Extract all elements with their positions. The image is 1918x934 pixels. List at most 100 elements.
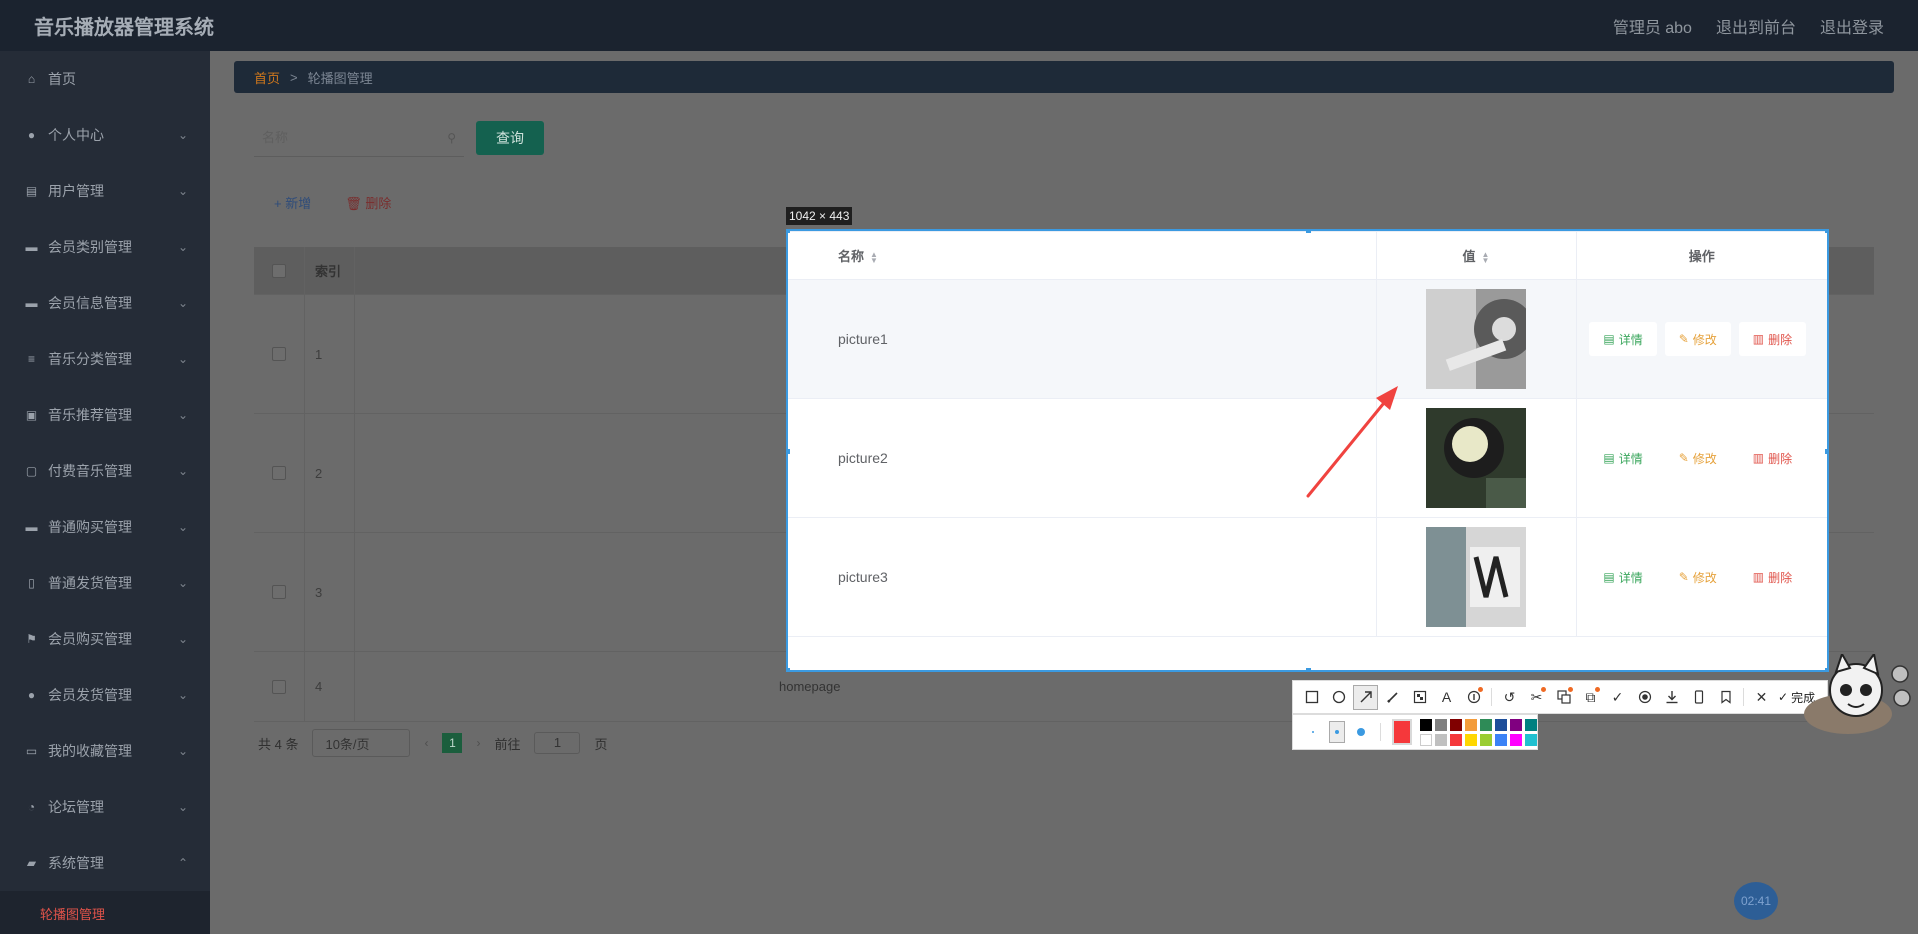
logout-link[interactable]: 退出登录 <box>1820 14 1884 38</box>
value-column-header[interactable]: 值 ▲ ▼ <box>1376 231 1577 280</box>
close-icon[interactable]: ✕ <box>1749 685 1774 710</box>
color-swatch[interactable] <box>1465 733 1478 746</box>
sidebar-item[interactable]: ⌂ 首页 <box>0 51 210 107</box>
resize-handle[interactable] <box>1825 449 1827 454</box>
detail-button[interactable]: ▤ 详情 <box>1589 322 1657 356</box>
search-input[interactable] <box>262 130 448 145</box>
color-swatch[interactable] <box>1525 733 1538 746</box>
number-tool-icon[interactable] <box>1461 685 1486 710</box>
sidebar-item[interactable]: ▰ 系统管理 ⌃ <box>0 835 210 891</box>
ocr-icon[interactable]: ⧉ <box>1578 685 1603 710</box>
color-swatch[interactable] <box>1480 733 1493 746</box>
name-column-header[interactable]: 名称 ▲ ▼ <box>788 231 1377 280</box>
resize-handle[interactable] <box>1306 668 1311 670</box>
carousel-image[interactable] <box>1426 527 1526 627</box>
edit-button[interactable]: ✎ 修改 <box>1665 441 1731 475</box>
color-swatch[interactable] <box>1420 733 1433 746</box>
add-button[interactable]: + 新增 <box>274 193 311 212</box>
sidebar-item[interactable]: ≡ 音乐分类管理 ⌄ <box>0 331 210 387</box>
delete-button[interactable]: ▥ 删除 <box>1739 560 1806 594</box>
sidebar-item[interactable]: ▬ 会员类别管理 ⌄ <box>0 219 210 275</box>
color-swatch[interactable] <box>1420 718 1433 731</box>
sidebar-item[interactable]: ● 会员发货管理 ⌄ <box>0 667 210 723</box>
translate-icon[interactable] <box>1551 685 1576 710</box>
detail-button[interactable]: ▤ 详情 <box>1589 441 1656 475</box>
breadcrumb-home[interactable]: 首页 <box>254 68 280 87</box>
annotation-arrow[interactable] <box>1300 380 1410 500</box>
color-swatch[interactable] <box>1480 718 1493 731</box>
download-icon[interactable] <box>1659 685 1684 710</box>
query-button[interactable]: 查询 <box>476 121 544 155</box>
sidebar-item-label: 系统管理 <box>48 855 104 871</box>
resize-handle[interactable] <box>788 231 790 233</box>
sidebar-item[interactable]: ● 个人中心 ⌄ <box>0 107 210 163</box>
sidebar-item[interactable]: ▤ 用户管理 ⌄ <box>0 163 210 219</box>
resize-handle[interactable] <box>1306 231 1311 233</box>
row-checkbox[interactable] <box>272 466 286 480</box>
edit-button[interactable]: ✎ 修改 <box>1665 560 1731 594</box>
sidebar-item[interactable]: ◔ 论坛管理 ⌄ <box>0 779 210 835</box>
resize-handle[interactable] <box>788 668 790 670</box>
row-checkbox[interactable] <box>272 347 286 361</box>
sidebar-item[interactable]: ▭ 我的收藏管理 ⌄ <box>0 723 210 779</box>
next-page-button[interactable]: › <box>476 736 480 750</box>
page-size-select[interactable]: 10条/页 <box>312 729 411 757</box>
ellipse-tool-icon[interactable] <box>1326 685 1351 710</box>
text-tool-icon[interactable]: A <box>1434 685 1459 710</box>
sidebar-item[interactable]: ▣ 音乐推荐管理 ⌄ <box>0 387 210 443</box>
phone-icon[interactable] <box>1686 685 1711 710</box>
detail-button[interactable]: ▤ 详情 <box>1589 560 1656 594</box>
color-swatch[interactable] <box>1510 733 1523 746</box>
carousel-image[interactable] <box>1426 408 1526 508</box>
pin-icon[interactable]: ✓ <box>1605 685 1630 710</box>
sidebar-item[interactable]: ▬ 会员信息管理 ⌄ <box>0 275 210 331</box>
table-icon: ▤ <box>25 184 38 198</box>
delete-button[interactable]: ▥ 删除 <box>1738 322 1807 356</box>
row-checkbox[interactable] <box>272 679 286 694</box>
color-swatch[interactable] <box>1450 718 1463 731</box>
sidebar-item[interactable]: ▢ 付费音乐管理 ⌄ <box>0 443 210 499</box>
color-swatch[interactable] <box>1435 733 1448 746</box>
color-swatch[interactable] <box>1525 718 1538 731</box>
edit-button[interactable]: ✎ 修改 <box>1664 322 1731 356</box>
exit-to-front-link[interactable]: 退出到前台 <box>1716 14 1796 38</box>
color-swatch[interactable] <box>1435 718 1448 731</box>
record-icon[interactable] <box>1632 685 1657 710</box>
color-swatch[interactable] <box>1495 733 1508 746</box>
sort-icon[interactable]: ▲ ▼ <box>1482 250 1490 264</box>
stroke-large[interactable] <box>1353 721 1369 743</box>
goto-page-input[interactable]: 1 <box>534 732 581 754</box>
smart-select-icon[interactable]: ✂ <box>1524 685 1549 710</box>
sidebar-item[interactable]: ▬ 普通购买管理 ⌄ <box>0 499 210 555</box>
sidebar-item[interactable]: ▯ 普通发货管理 ⌄ <box>0 555 210 611</box>
pen-tool-icon[interactable] <box>1380 685 1405 710</box>
stroke-small[interactable] <box>1305 721 1321 743</box>
resize-handle[interactable] <box>1825 231 1827 233</box>
rectangle-tool-icon[interactable] <box>1299 685 1324 710</box>
sort-icon[interactable]: ▲ ▼ <box>870 250 878 264</box>
admin-user-label[interactable]: 管理员 abo <box>1613 14 1692 38</box>
table-row[interactable]: picture3 ▤ 详情 ✎ 修改 ▥ 删除 <box>788 517 1827 637</box>
sidebar-item[interactable]: ⚑ 会员购买管理 ⌄ <box>0 611 210 667</box>
row-checkbox[interactable] <box>272 585 286 599</box>
mosaic-tool-icon[interactable] <box>1407 685 1432 710</box>
resize-handle[interactable] <box>788 449 790 454</box>
carousel-image[interactable] <box>1426 289 1526 389</box>
color-swatch[interactable] <box>1450 733 1463 746</box>
stroke-medium[interactable] <box>1328 721 1346 743</box>
color-swatch[interactable] <box>1510 718 1523 731</box>
search-field[interactable]: ⚲ <box>254 119 464 157</box>
delete-button[interactable]: ▥ 删除 <box>1739 441 1806 475</box>
bookmark-icon[interactable] <box>1713 685 1738 710</box>
prev-page-button[interactable]: ‹ <box>424 736 428 750</box>
arrow-tool-icon[interactable] <box>1353 684 1378 710</box>
color-swatch[interactable] <box>1465 718 1478 731</box>
undo-icon[interactable]: ↺ <box>1497 685 1522 710</box>
sidebar-subitem-carousel[interactable]: 轮播图管理 <box>0 891 210 934</box>
current-page[interactable]: 1 <box>442 733 463 753</box>
batch-delete-button[interactable]: 🗑 删除 <box>345 193 391 212</box>
select-all-checkbox[interactable] <box>272 263 286 278</box>
sidebar-item-label: 普通发货管理 <box>48 575 132 591</box>
current-color-swatch[interactable] <box>1392 719 1413 745</box>
color-swatch[interactable] <box>1495 718 1508 731</box>
